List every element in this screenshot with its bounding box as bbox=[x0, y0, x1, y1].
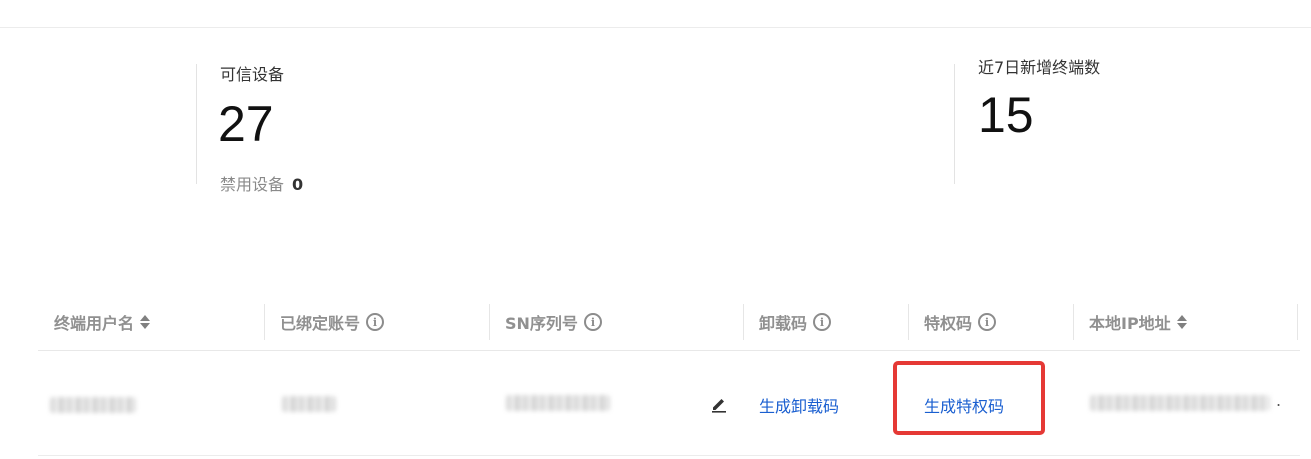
local-ip-cell-redacted bbox=[1090, 395, 1270, 411]
column-header-uninstall-code: 卸载码 i bbox=[759, 304, 832, 340]
sn-cell-redacted bbox=[506, 395, 610, 411]
column-separator bbox=[489, 304, 490, 340]
column-separator bbox=[743, 304, 744, 340]
column-header-sn: SN序列号 i bbox=[505, 304, 602, 340]
edit-icon[interactable] bbox=[710, 395, 728, 413]
new-terminals-count: 15 bbox=[978, 87, 1034, 143]
column-separator bbox=[1073, 304, 1074, 340]
stat-separator bbox=[954, 64, 955, 184]
top-divider bbox=[0, 27, 1311, 28]
column-separator bbox=[1297, 304, 1298, 340]
info-icon[interactable]: i bbox=[978, 313, 997, 331]
column-header-bound-account: 已绑定账号 i bbox=[280, 304, 385, 340]
sort-icon[interactable] bbox=[140, 315, 151, 329]
info-icon[interactable]: i bbox=[366, 313, 385, 331]
trusted-devices-count: 27 bbox=[218, 96, 274, 152]
info-icon[interactable]: i bbox=[813, 313, 832, 331]
disabled-devices-label: 禁用设备 bbox=[220, 175, 285, 194]
username-cell-redacted bbox=[50, 397, 136, 413]
info-icon[interactable]: i bbox=[583, 313, 602, 331]
table-header: 终端用户名 已绑定账号 i SN序列号 i 卸载码 i 特权码 i 本地IP地址 bbox=[38, 304, 1300, 351]
generate-uninstall-code-link[interactable]: 生成卸载码 bbox=[759, 393, 839, 417]
new-terminals-label: 近7日新增终端数 bbox=[978, 58, 1101, 77]
table-row: 生成卸载码 生成特权码 . bbox=[38, 351, 1300, 456]
column-header-username[interactable]: 终端用户名 bbox=[54, 304, 151, 340]
stat-separator bbox=[196, 64, 197, 184]
column-header-local-ip[interactable]: 本地IP地址 bbox=[1089, 304, 1187, 340]
column-separator bbox=[908, 304, 909, 340]
sort-icon[interactable] bbox=[1176, 315, 1187, 329]
bound-account-cell-redacted bbox=[282, 396, 336, 412]
trusted-devices-label: 可信设备 bbox=[220, 65, 285, 84]
column-header-privilege-code: 特权码 i bbox=[924, 304, 997, 340]
disabled-devices: 禁用设备 0 bbox=[220, 171, 303, 195]
truncation-dot: . bbox=[1276, 391, 1282, 410]
disabled-devices-count: 0 bbox=[292, 175, 304, 194]
column-separator bbox=[264, 304, 265, 340]
highlight-annotation-box bbox=[893, 361, 1045, 435]
